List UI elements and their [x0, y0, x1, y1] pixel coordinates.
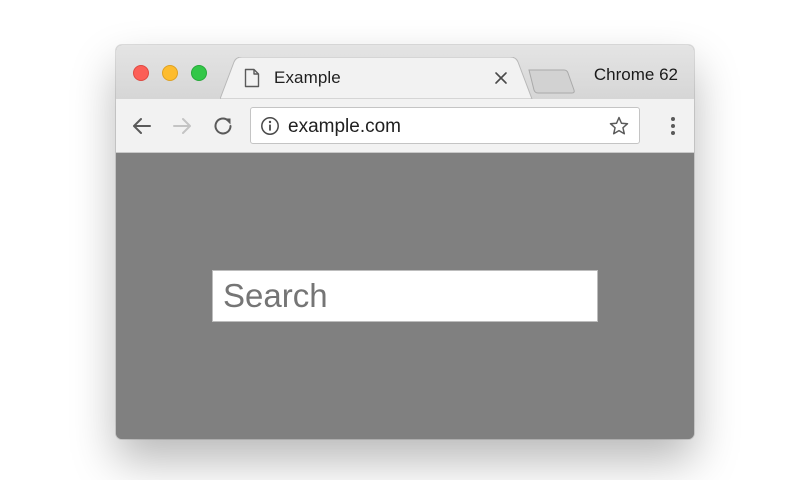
page-content: [116, 153, 694, 439]
close-window-button[interactable]: [133, 65, 149, 81]
browser-version-label: Chrome 62: [593, 65, 678, 84]
back-arrow-icon[interactable]: [129, 113, 155, 139]
reload-icon[interactable]: [210, 113, 236, 139]
search-input[interactable]: [212, 270, 598, 322]
tab-close-icon[interactable]: [492, 69, 510, 87]
tab-title: Example: [274, 68, 341, 87]
forward-arrow-icon[interactable]: [169, 113, 195, 139]
star-icon[interactable]: [608, 115, 630, 137]
url-text[interactable]: example.com: [288, 116, 401, 138]
kebab-menu-icon[interactable]: [668, 113, 678, 139]
address-bar[interactable]: example.com: [250, 107, 640, 144]
info-icon[interactable]: [260, 116, 280, 136]
browser-toolbar: example.com: [116, 99, 694, 153]
maximize-window-button[interactable]: [191, 65, 207, 81]
page-icon: [244, 68, 260, 88]
browser-window: Example Chrome 62 example.com Search: [116, 45, 694, 439]
minimize-window-button[interactable]: [162, 65, 178, 81]
tab-active[interactable]: Example: [244, 57, 522, 99]
tab-strip: Example Chrome 62: [116, 45, 694, 99]
new-tab-button[interactable]: [526, 68, 578, 94]
desktop-background: Example Chrome 62 example.com Search: [0, 0, 800, 480]
